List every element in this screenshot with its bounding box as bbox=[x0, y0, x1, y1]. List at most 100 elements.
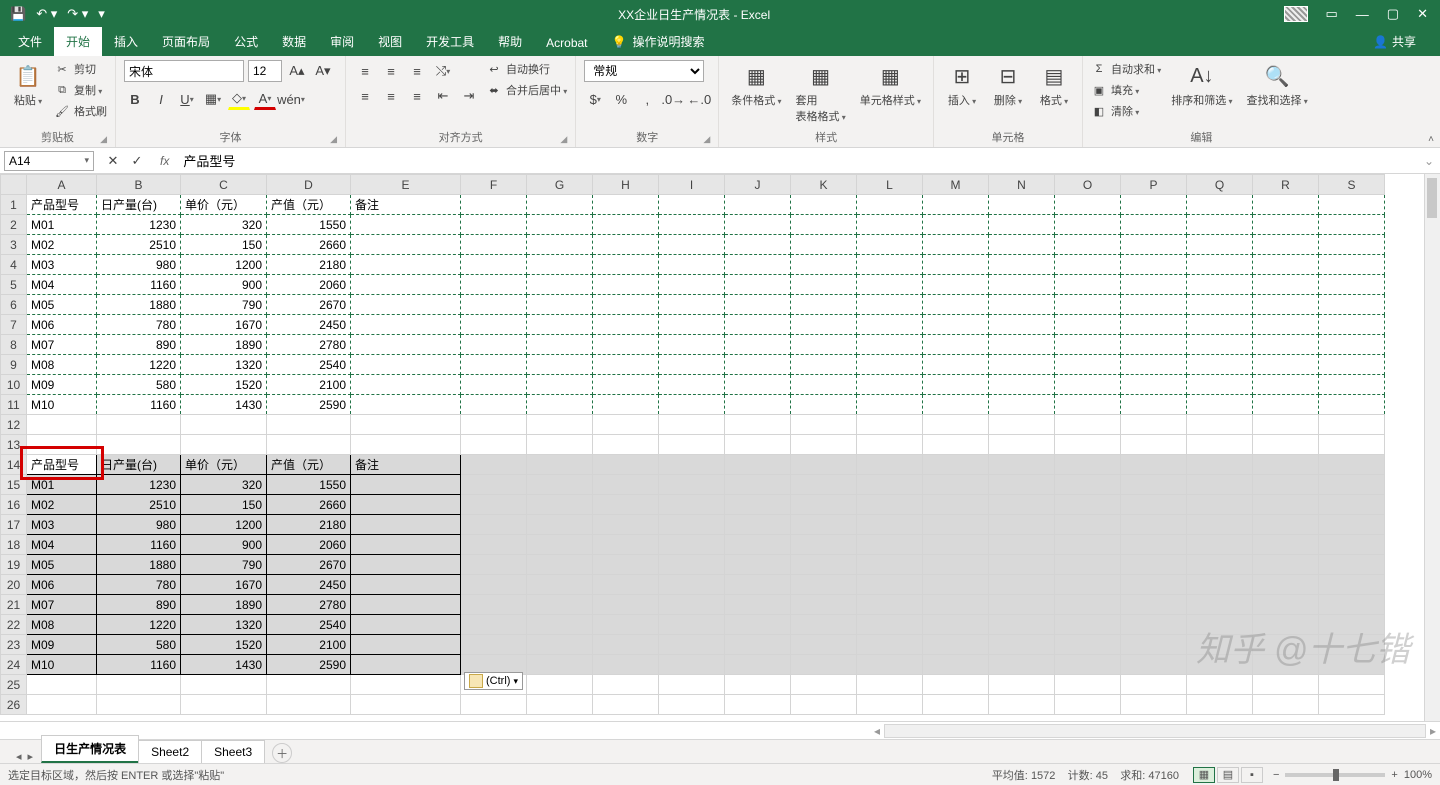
cell-C15[interactable]: 320 bbox=[181, 475, 267, 495]
cell-D10[interactable]: 2100 bbox=[267, 375, 351, 395]
cell-H15[interactable] bbox=[593, 475, 659, 495]
row-header-5[interactable]: 5 bbox=[1, 275, 27, 295]
col-header-E[interactable]: E bbox=[351, 175, 461, 195]
cell-F12[interactable] bbox=[461, 415, 527, 435]
cell-D15[interactable]: 1550 bbox=[267, 475, 351, 495]
cell-Q7[interactable] bbox=[1187, 315, 1253, 335]
cell-R16[interactable] bbox=[1253, 495, 1319, 515]
cell-C14[interactable]: 单价（元） bbox=[181, 455, 267, 475]
cell-B14[interactable]: 日产量(台) bbox=[97, 455, 181, 475]
cell-F8[interactable] bbox=[461, 335, 527, 355]
cell-S24[interactable] bbox=[1319, 655, 1385, 675]
cell-M16[interactable] bbox=[923, 495, 989, 515]
cell-O9[interactable] bbox=[1055, 355, 1121, 375]
cell-P4[interactable] bbox=[1121, 255, 1187, 275]
cell-E2[interactable] bbox=[351, 215, 461, 235]
cell-G5[interactable] bbox=[527, 275, 593, 295]
cell-M25[interactable] bbox=[923, 675, 989, 695]
cell-I7[interactable] bbox=[659, 315, 725, 335]
cell-S9[interactable] bbox=[1319, 355, 1385, 375]
clear-button[interactable]: ◧清除 bbox=[1091, 102, 1161, 120]
cell-R15[interactable] bbox=[1253, 475, 1319, 495]
cell-O6[interactable] bbox=[1055, 295, 1121, 315]
cell-D11[interactable]: 2590 bbox=[267, 395, 351, 415]
cell-C1[interactable]: 单价（元） bbox=[181, 195, 267, 215]
user-avatar[interactable] bbox=[1284, 6, 1308, 22]
cell-Q23[interactable] bbox=[1187, 635, 1253, 655]
cell-G7[interactable] bbox=[527, 315, 593, 335]
cell-Q3[interactable] bbox=[1187, 235, 1253, 255]
font-color-button[interactable]: A bbox=[254, 88, 276, 110]
zoom-out-icon[interactable]: − bbox=[1273, 769, 1279, 781]
find-select-button[interactable]: 🔍查找和选择 bbox=[1243, 60, 1312, 110]
cell-L23[interactable] bbox=[857, 635, 923, 655]
cell-R3[interactable] bbox=[1253, 235, 1319, 255]
cell-D7[interactable]: 2450 bbox=[267, 315, 351, 335]
cell-P9[interactable] bbox=[1121, 355, 1187, 375]
cell-N26[interactable] bbox=[989, 695, 1055, 715]
vertical-scrollbar[interactable] bbox=[1424, 174, 1440, 721]
align-right-icon[interactable]: ≡ bbox=[406, 85, 428, 107]
cell-O17[interactable] bbox=[1055, 515, 1121, 535]
cell-E16[interactable] bbox=[351, 495, 461, 515]
cell-H23[interactable] bbox=[593, 635, 659, 655]
cell-P14[interactable] bbox=[1121, 455, 1187, 475]
cell-O19[interactable] bbox=[1055, 555, 1121, 575]
cell-L21[interactable] bbox=[857, 595, 923, 615]
indent-inc-icon[interactable]: ⇥ bbox=[458, 85, 480, 107]
cell-B1[interactable]: 日产量(台) bbox=[97, 195, 181, 215]
cell-S3[interactable] bbox=[1319, 235, 1385, 255]
col-header-Q[interactable]: Q bbox=[1187, 175, 1253, 195]
row-header-17[interactable]: 17 bbox=[1, 515, 27, 535]
cell-O21[interactable] bbox=[1055, 595, 1121, 615]
cell-B19[interactable]: 1880 bbox=[97, 555, 181, 575]
cell-B13[interactable] bbox=[97, 435, 181, 455]
cell-A12[interactable] bbox=[27, 415, 97, 435]
cell-Q17[interactable] bbox=[1187, 515, 1253, 535]
cell-I14[interactable] bbox=[659, 455, 725, 475]
tab-view[interactable]: 视图 bbox=[366, 27, 414, 56]
row-header-1[interactable]: 1 bbox=[1, 195, 27, 215]
cell-D26[interactable] bbox=[267, 695, 351, 715]
cell-L5[interactable] bbox=[857, 275, 923, 295]
cell-A17[interactable]: M03 bbox=[27, 515, 97, 535]
cell-C23[interactable]: 1520 bbox=[181, 635, 267, 655]
cell-S23[interactable] bbox=[1319, 635, 1385, 655]
page-layout-view-icon[interactable]: ▤ bbox=[1217, 767, 1239, 783]
cell-E14[interactable]: 备注 bbox=[351, 455, 461, 475]
cell-A2[interactable]: M01 bbox=[27, 215, 97, 235]
row-header-22[interactable]: 22 bbox=[1, 615, 27, 635]
cell-O8[interactable] bbox=[1055, 335, 1121, 355]
font-size-combo[interactable] bbox=[248, 60, 282, 82]
tab-formula[interactable]: 公式 bbox=[222, 27, 270, 56]
cell-K18[interactable] bbox=[791, 535, 857, 555]
cell-G12[interactable] bbox=[527, 415, 593, 435]
increase-font-icon[interactable]: A▴ bbox=[286, 60, 308, 82]
cell-M18[interactable] bbox=[923, 535, 989, 555]
cell-G17[interactable] bbox=[527, 515, 593, 535]
cell-S26[interactable] bbox=[1319, 695, 1385, 715]
cell-A8[interactable]: M07 bbox=[27, 335, 97, 355]
row-header-23[interactable]: 23 bbox=[1, 635, 27, 655]
orientation-icon[interactable]: ⤭ bbox=[432, 60, 454, 82]
cell-H10[interactable] bbox=[593, 375, 659, 395]
row-header-24[interactable]: 24 bbox=[1, 655, 27, 675]
cell-P15[interactable] bbox=[1121, 475, 1187, 495]
cell-N18[interactable] bbox=[989, 535, 1055, 555]
cell-P1[interactable] bbox=[1121, 195, 1187, 215]
cell-C3[interactable]: 150 bbox=[181, 235, 267, 255]
cell-S16[interactable] bbox=[1319, 495, 1385, 515]
cell-G26[interactable] bbox=[527, 695, 593, 715]
cell-B20[interactable]: 780 bbox=[97, 575, 181, 595]
cell-L22[interactable] bbox=[857, 615, 923, 635]
cell-Q19[interactable] bbox=[1187, 555, 1253, 575]
cell-M4[interactable] bbox=[923, 255, 989, 275]
cell-I23[interactable] bbox=[659, 635, 725, 655]
cell-N4[interactable] bbox=[989, 255, 1055, 275]
cell-I6[interactable] bbox=[659, 295, 725, 315]
cell-B11[interactable]: 1160 bbox=[97, 395, 181, 415]
cell-G9[interactable] bbox=[527, 355, 593, 375]
select-all-corner[interactable] bbox=[1, 175, 27, 195]
cell-J21[interactable] bbox=[725, 595, 791, 615]
align-top-icon[interactable]: ≡ bbox=[354, 60, 376, 82]
